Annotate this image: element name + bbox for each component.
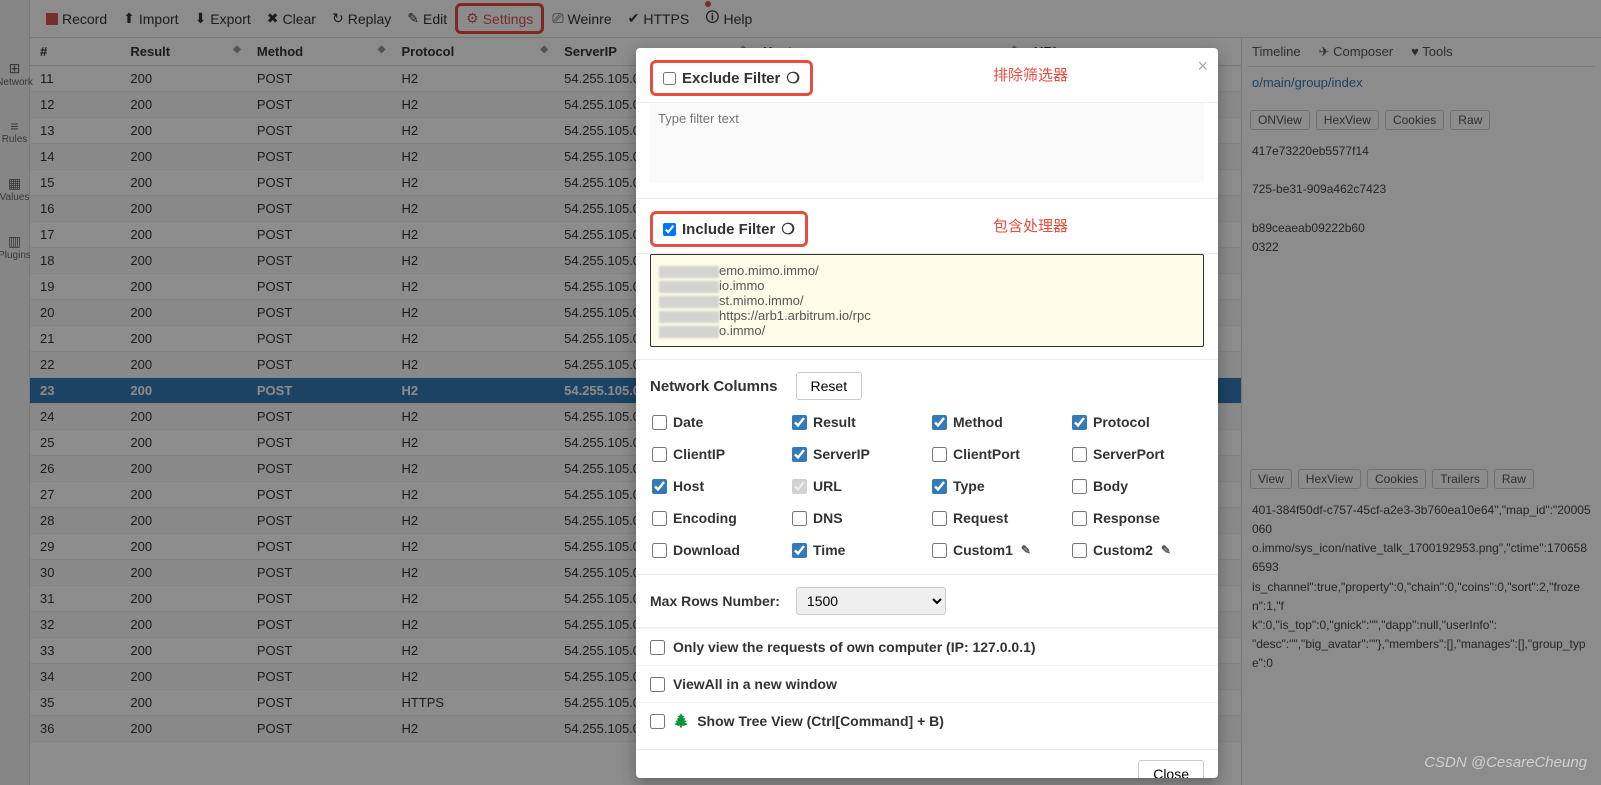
maxrows-label: Max Rows Number:: [650, 593, 780, 609]
col-checkbox-custom2[interactable]: [1072, 543, 1087, 558]
col-toggle-host[interactable]: Host: [652, 478, 782, 494]
include-filter-textarea[interactable]: emo.mimo.immo/io.immost.mimo.immo/https:…: [650, 254, 1204, 347]
col-checkbox-request[interactable]: [932, 511, 947, 526]
col-toggle-body[interactable]: Body: [1072, 478, 1202, 494]
col-toggle-serverip[interactable]: ServerIP: [792, 446, 922, 462]
col-checkbox-type[interactable]: [932, 479, 947, 494]
col-toggle-result[interactable]: Result: [792, 414, 922, 430]
col-checkbox-encoding[interactable]: [652, 511, 667, 526]
col-toggle-clientport[interactable]: ClientPort: [932, 446, 1062, 462]
col-toggle-response[interactable]: Response: [1072, 510, 1202, 526]
include-filter-label: Include Filter: [682, 221, 775, 238]
reset-button[interactable]: Reset: [796, 372, 863, 400]
col-checkbox-protocol[interactable]: [1072, 415, 1087, 430]
col-toggle-date[interactable]: Date: [652, 414, 782, 430]
col-checkbox-download[interactable]: [652, 543, 667, 558]
col-toggle-request[interactable]: Request: [932, 510, 1062, 526]
exclude-filter-header: Exclude Filter ❍: [650, 60, 813, 96]
network-columns-title: Network Columns: [650, 378, 778, 395]
col-toggle-type[interactable]: Type: [932, 478, 1062, 494]
col-toggle-time[interactable]: Time: [792, 542, 922, 558]
include-filter-checkbox[interactable]: [663, 223, 676, 236]
include-annotation: 包含处理器: [993, 215, 1068, 236]
opt-viewall-checkbox[interactable]: [650, 677, 665, 692]
col-toggle-clientip[interactable]: ClientIP: [652, 446, 782, 462]
close-icon[interactable]: ×: [1197, 56, 1208, 77]
include-filter-header: Include Filter ❍: [650, 211, 808, 247]
edit-icon[interactable]: ✎: [1021, 543, 1031, 557]
col-toggle-url[interactable]: URL: [792, 478, 922, 494]
settings-modal: × Exclude Filter ❍ 排除筛选器 Include Filter …: [636, 48, 1218, 778]
help-circle-icon[interactable]: ❍: [781, 220, 794, 238]
opt-own-checkbox[interactable]: [650, 640, 665, 655]
col-checkbox-serverip[interactable]: [792, 447, 807, 462]
col-toggle-dns[interactable]: DNS: [792, 510, 922, 526]
exclude-annotation: 排除筛选器: [993, 64, 1068, 85]
tree-icon: 🌲: [673, 713, 689, 729]
col-checkbox-host[interactable]: [652, 479, 667, 494]
col-checkbox-method[interactable]: [932, 415, 947, 430]
col-checkbox-result[interactable]: [792, 415, 807, 430]
col-toggle-method[interactable]: Method: [932, 414, 1062, 430]
close-button[interactable]: Close: [1138, 760, 1204, 778]
col-checkbox-serverport[interactable]: [1072, 447, 1087, 462]
help-circle-icon[interactable]: ❍: [786, 69, 799, 87]
col-checkbox-dns[interactable]: [792, 511, 807, 526]
col-checkbox-clientport[interactable]: [932, 447, 947, 462]
col-toggle-download[interactable]: Download: [652, 542, 782, 558]
exclude-filter-textarea[interactable]: [650, 103, 1204, 183]
col-checkbox-date[interactable]: [652, 415, 667, 430]
opt-viewall[interactable]: ViewAll in a new window: [636, 665, 1218, 702]
col-toggle-protocol[interactable]: Protocol: [1072, 414, 1202, 430]
col-checkbox-custom1[interactable]: [932, 543, 947, 558]
col-toggle-encoding[interactable]: Encoding: [652, 510, 782, 526]
opt-treeview-checkbox[interactable]: [650, 714, 665, 729]
col-checkbox-time[interactable]: [792, 543, 807, 558]
opt-treeview[interactable]: 🌲Show Tree View (Ctrl[Command] + B): [636, 702, 1218, 739]
col-checkbox-clientip[interactable]: [652, 447, 667, 462]
col-toggle-serverport[interactable]: ServerPort: [1072, 446, 1202, 462]
maxrows-select[interactable]: 1500: [796, 587, 946, 615]
opt-own-computer[interactable]: Only view the requests of own computer (…: [636, 628, 1218, 665]
col-checkbox-response[interactable]: [1072, 511, 1087, 526]
exclude-filter-label: Exclude Filter: [682, 70, 780, 87]
edit-icon[interactable]: ✎: [1161, 543, 1171, 557]
col-toggle-custom1[interactable]: Custom1 ✎: [932, 542, 1062, 558]
col-checkbox-body[interactable]: [1072, 479, 1087, 494]
exclude-filter-checkbox[interactable]: [663, 72, 676, 85]
col-checkbox-url[interactable]: [792, 479, 807, 494]
col-toggle-custom2[interactable]: Custom2 ✎: [1072, 542, 1202, 558]
